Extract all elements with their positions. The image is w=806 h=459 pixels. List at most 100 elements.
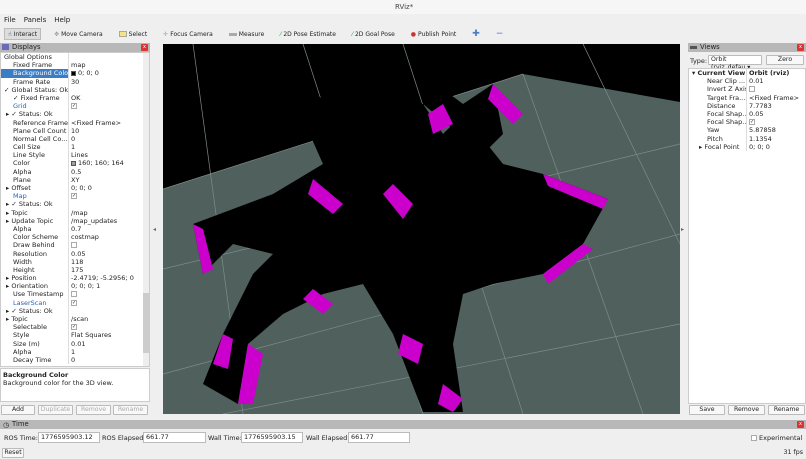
property-row[interactable]: Pitch 1.1354	[689, 134, 805, 143]
select-tool[interactable]: Select	[116, 28, 151, 40]
property-name: Plane	[1, 175, 69, 184]
property-row[interactable]: Yaw 5.87858	[689, 126, 805, 135]
property-row[interactable]: ▸ Position -2.4719; -5.2956; 0	[1, 274, 149, 283]
pose-estimate-tool[interactable]: ⁄ 2D Pose Estimate	[277, 28, 339, 40]
property-row[interactable]: Invert Z Axis	[689, 85, 805, 94]
property-row[interactable]: Color 160; 160; 164	[1, 159, 149, 168]
property-row[interactable]: ▸ Update Topic/map_updates	[1, 216, 149, 225]
add-button[interactable]: Add	[1, 405, 35, 415]
close-icon[interactable]: x	[141, 44, 148, 51]
checkbox[interactable]: ✓	[71, 299, 77, 306]
property-row[interactable]: ▸ ✓ Status: Ok	[1, 200, 149, 209]
property-row[interactable]: Style Flat Squares	[1, 331, 149, 340]
remove-tool-button[interactable]: −	[493, 28, 507, 40]
property-row[interactable]: Background Color 0; 0; 0	[1, 69, 149, 78]
property-row[interactable]: Target Fra... <Fixed Frame>	[689, 93, 805, 102]
wall-elapsed-field[interactable]: 661.77	[348, 432, 410, 443]
property-row[interactable]: Height 175	[1, 265, 149, 275]
publish-point-tool[interactable]: ● Publish Point	[408, 28, 459, 40]
property-row[interactable]: ✓ Fixed Frame OK	[1, 93, 149, 103]
view-type-select[interactable]: Orbit (rviz_defau ▾	[708, 55, 762, 71]
property-row[interactable]: Size (m) 0.01	[1, 339, 149, 348]
property-row[interactable]: ✓ Global Status: Ok	[1, 85, 149, 94]
property-row[interactable]: Grid ✓	[1, 102, 149, 111]
property-name: ✓ Global Status: Ok	[1, 85, 69, 94]
property-row[interactable]: Cell Size 1	[1, 143, 149, 152]
property-row[interactable]: Reference Frame <Fixed Frame>	[1, 118, 149, 127]
rename-button[interactable]: Rename	[113, 405, 148, 415]
move-camera-tool[interactable]: ✥ Move Camera	[51, 28, 106, 40]
menu-panels[interactable]: Panels	[24, 15, 47, 26]
property-row[interactable]: Draw Behind	[1, 241, 149, 250]
interact-tool[interactable]: ☝ Interact	[4, 28, 42, 40]
property-row[interactable]: Line Style Lines	[1, 151, 149, 160]
checkbox[interactable]: ✓	[71, 103, 77, 110]
checkbox[interactable]	[749, 86, 755, 93]
property-row[interactable]: ▸ ✓ Status: Ok	[1, 110, 149, 119]
property-row[interactable]: Selectable ✓	[1, 323, 149, 332]
property-value	[69, 53, 71, 61]
checkbox[interactable]	[71, 291, 77, 298]
checkbox[interactable]: ✓	[71, 193, 77, 200]
property-row[interactable]: Decay Time 0	[1, 355, 149, 365]
remove-view-button[interactable]: Remove	[728, 405, 765, 415]
property-row[interactable]: ▸ ✓ Status: Ok	[1, 306, 149, 315]
collapse-left-icon[interactable]: ◂	[153, 226, 156, 233]
property-row[interactable]: Use Timestamp	[1, 290, 149, 299]
property-row[interactable]: Width 118	[1, 257, 149, 266]
reset-button[interactable]: Reset	[2, 448, 24, 458]
checkbox[interactable]: ✓	[749, 119, 755, 126]
rename-view-button[interactable]: Rename	[768, 405, 805, 415]
menu-help[interactable]: Help	[54, 15, 70, 26]
property-row[interactable]: Global Options	[1, 53, 149, 62]
property-row[interactable]: Distance 7.7783	[689, 101, 805, 110]
ros-time-field[interactable]: 1776595903.12	[38, 432, 100, 443]
property-row[interactable]: Plane XY	[1, 175, 149, 184]
collapse-right-icon[interactable]: ▸	[681, 226, 684, 233]
experimental-checkbox[interactable]	[751, 435, 757, 441]
ros-elapsed-field[interactable]: 661.77	[143, 432, 206, 443]
property-row[interactable]: ▸ Topic/scan	[1, 315, 149, 324]
property-name: ▸ Offset	[1, 184, 69, 193]
property-row[interactable]: ▸ Topic/map	[1, 208, 149, 217]
property-row[interactable]: Plane Cell Count 10	[1, 126, 149, 135]
property-row[interactable]: Alpha 1	[1, 347, 149, 356]
property-row[interactable]: ▸ Offset 0; 0; 0	[1, 184, 149, 193]
close-icon[interactable]: x	[797, 421, 804, 428]
checkbox[interactable]	[71, 242, 77, 249]
scrollbar[interactable]	[143, 53, 149, 366]
property-row[interactable]: Near Clip ... 0.01	[689, 77, 805, 86]
checkbox[interactable]: ✓	[71, 324, 77, 331]
save-button[interactable]: Save	[689, 405, 725, 415]
displays-panel: Displays x Global Options Fixed Frame map Ba…	[0, 43, 150, 418]
wall-time-field[interactable]: 1776595903.15	[241, 432, 303, 443]
duplicate-button[interactable]: Duplicate	[38, 405, 73, 415]
property-row[interactable]: Color Scheme costmap	[1, 233, 149, 242]
color-swatch[interactable]	[71, 160, 76, 166]
property-row[interactable]: Map ✓	[1, 192, 149, 201]
property-row[interactable]: Fixed Frame map	[1, 61, 149, 70]
focus-camera-tool[interactable]: ✛ Focus Camera	[160, 28, 216, 40]
remove-button[interactable]: Remove	[76, 405, 111, 415]
property-row[interactable]: Resolution 0.05	[1, 249, 149, 258]
property-row[interactable]: Focal Shap... ✓	[689, 118, 805, 127]
measure-tool[interactable]: Measure	[226, 28, 268, 40]
property-row[interactable]: LaserScan ✓	[1, 298, 149, 307]
goal-pose-tool[interactable]: ⁄ 2D Goal Pose	[349, 28, 398, 40]
property-row[interactable]: ▸ Focal Point 0; 0; 0	[689, 142, 805, 151]
3d-viewport[interactable]	[163, 44, 680, 414]
color-swatch[interactable]	[71, 70, 76, 76]
property-row[interactable]: ▾ Current View Orbit (rviz)	[689, 69, 805, 78]
menu-file[interactable]: File	[4, 15, 16, 26]
property-name: ▸ Topic	[1, 208, 69, 217]
property-row[interactable]: Alpha 0.5	[1, 167, 149, 176]
property-row[interactable]: Focal Shap... 0.05	[689, 109, 805, 119]
property-row[interactable]: Normal Cell Co... 0	[1, 134, 149, 144]
property-row[interactable]: Alpha 0.7	[1, 224, 149, 234]
property-row[interactable]: ▸ Orientation 0; 0; 0; 1	[1, 282, 149, 291]
zero-button[interactable]: Zero	[766, 55, 804, 65]
property-value	[69, 290, 77, 298]
property-row[interactable]: Frame Rate 30	[1, 77, 149, 86]
add-tool-button[interactable]: ✚	[469, 28, 483, 40]
close-icon[interactable]: x	[797, 44, 804, 51]
